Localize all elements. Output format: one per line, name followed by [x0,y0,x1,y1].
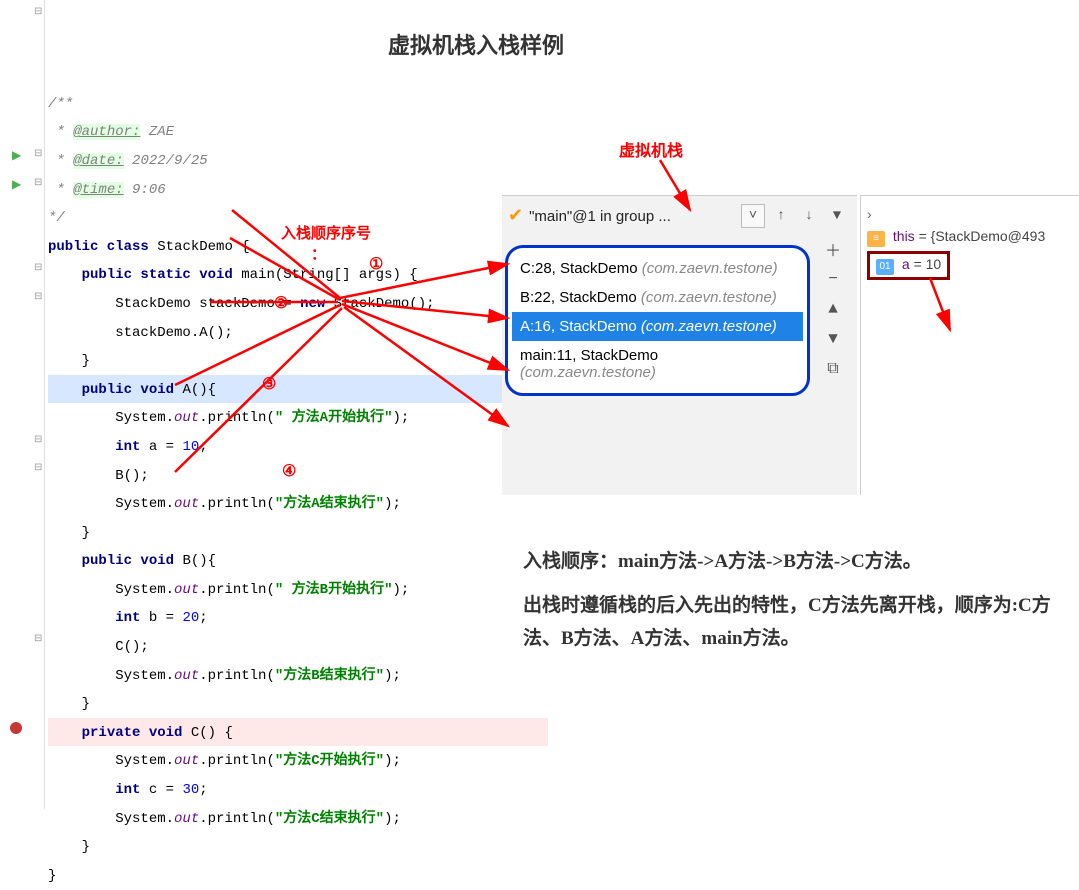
stack-frame[interactable]: main:11, StackDemo (com.zaevn.testone) [512,341,803,387]
this-icon: ≡ [867,231,885,247]
explain-p2: 出栈时遵循栈的后入先出的特性，C方法先离开栈，顺序为:C方法、B方法、A方法、m… [523,590,1053,655]
copy-button[interactable]: ⧉ [820,354,846,384]
explanation: 入栈顺序：main方法->A方法->B方法->C方法。 出栈时遵循栈的后入先出的… [523,546,1053,655]
fold-icon[interactable]: ⊟ [34,177,42,189]
thread-name: "main"@1 in group ... [529,208,739,225]
explain-p1: 入栈顺序：main方法->A方法->B方法->C方法。 [523,546,1053,578]
down-button[interactable]: ▼ [820,324,846,354]
frames-side-toolbar: ＋ − ▲ ▼ ⧉ [820,234,850,384]
next-frame-icon[interactable]: ↓ [798,208,820,224]
thread-dropdown[interactable]: ˅ [741,204,765,228]
stack-frame[interactable]: B:22, StackDemo (com.zaevn.testone) [512,283,803,312]
editor-gutter: ⊟ ▶ ▶ ⊟ ⊟ ⊟ ⊟ ⊟ ⊟ ⊟ [0,0,45,809]
run-class-icon[interactable]: ▶ [12,148,21,163]
order-num-2: ② [274,293,288,313]
filter-icon[interactable]: ▼ [826,208,848,224]
order-num-4: ④ [282,461,296,481]
stack-frame[interactable]: C:28, StackDemo (com.zaevn.testone) [512,254,803,283]
var-this-row[interactable]: ≡ this = {StackDemo@493 [867,228,1074,247]
stack-frame-selected[interactable]: A:16, StackDemo (com.zaevn.testone) [512,312,803,341]
vars-breadcrumb-icon: › [867,206,1074,222]
fold-icon[interactable]: ⊟ [34,462,42,474]
thread-status-icon: ✔ [508,205,523,227]
push-order-label: 入栈顺序序号 [281,222,371,243]
order-num-1: ① [369,254,383,274]
up-button[interactable]: ▲ [820,294,846,324]
fold-icon[interactable]: ⊟ [34,633,42,645]
push-order-colon: ： [311,243,326,264]
primitive-icon: 01 [876,259,894,275]
variables-panel: › ≡ this = {StackDemo@493 01 a = 10 [860,195,1079,495]
code-editor[interactable]: /** * @author: ZAE * @date: 2022/9/25 * … [48,4,435,890]
javadoc-open: /** [48,96,73,112]
fold-icon[interactable]: ⊟ [34,262,42,274]
var-a-row[interactable]: 01 a = 10 [867,251,1074,280]
var-a-highlight: 01 a = 10 [867,251,950,280]
fold-icon[interactable]: ⊟ [34,434,42,446]
add-button[interactable]: ＋ [820,234,846,264]
stack-frames-list: C:28, StackDemo (com.zaevn.testone) B:22… [505,245,810,396]
breakpoint-icon[interactable] [10,722,22,734]
run-main-icon[interactable]: ▶ [12,177,21,192]
remove-button[interactable]: − [820,264,846,294]
prev-frame-icon[interactable]: ↑ [770,208,792,224]
vm-stack-label: 虚拟机栈 [619,137,683,161]
diagram-title: 虚拟机栈入栈样例 [388,28,564,60]
thread-selector-bar: ✔ "main"@1 in group ... ˅ ↑ ↓ ▼ [502,196,857,236]
fold-icon[interactable]: ⊟ [34,291,42,303]
fold-icon[interactable]: ⊟ [34,6,42,18]
fold-icon[interactable]: ⊟ [34,148,42,160]
order-num-3: ③ [262,374,276,394]
